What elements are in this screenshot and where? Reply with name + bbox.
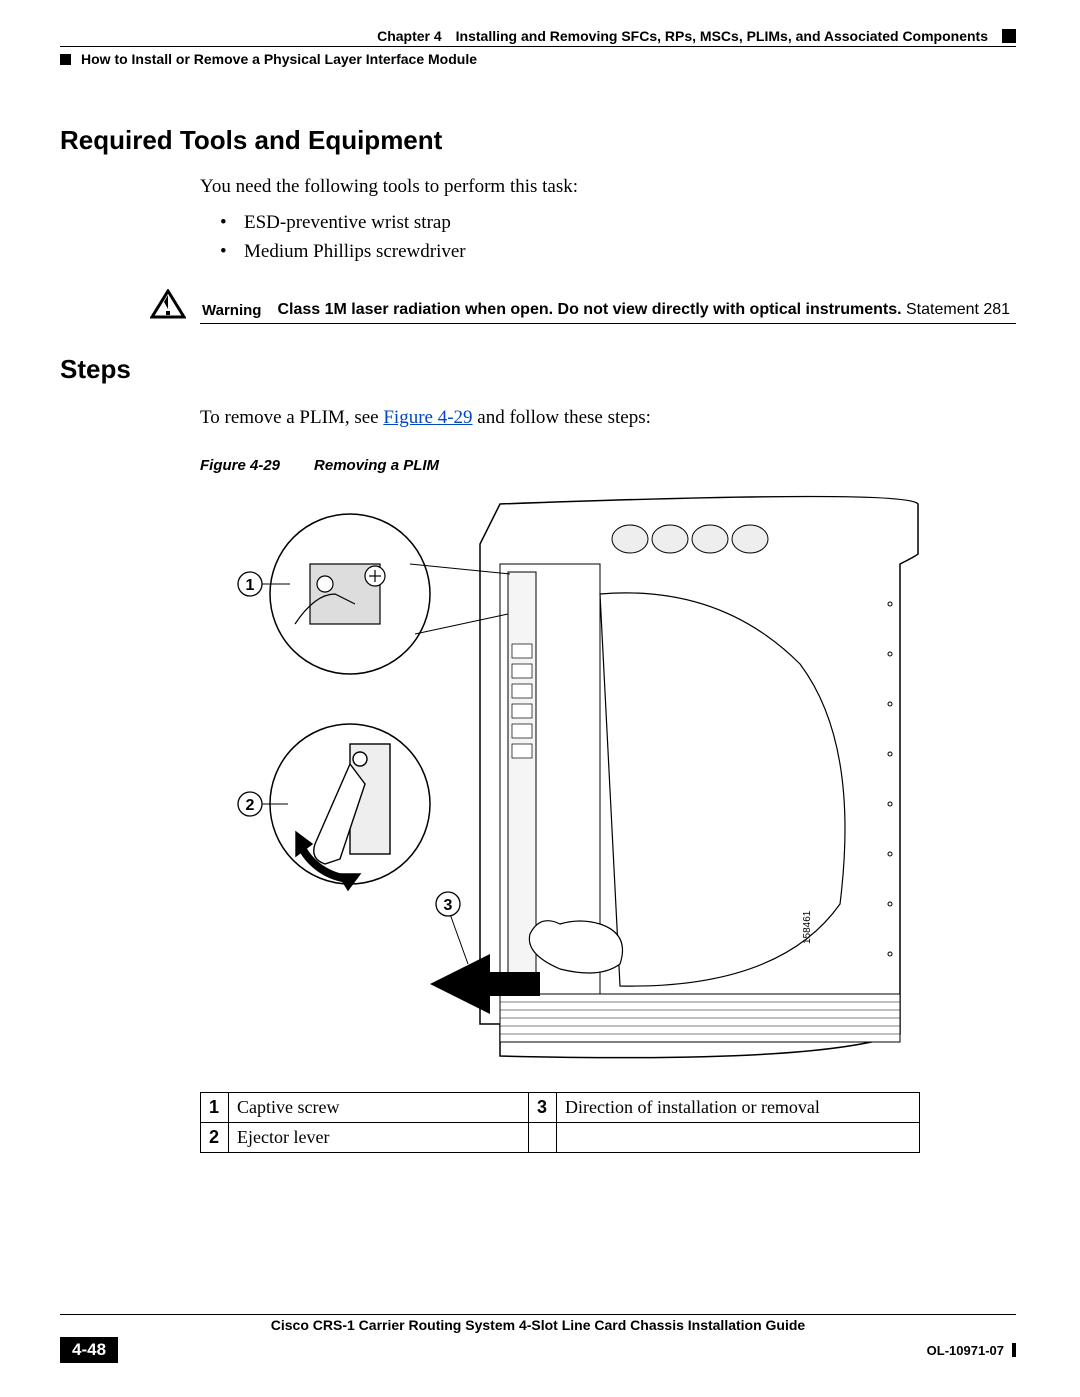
warning-block: Warning Class 1M laser radiation when op… xyxy=(150,289,1016,319)
page-footer: Cisco CRS-1 Carrier Routing System 4-Slo… xyxy=(60,1314,1016,1363)
warning-triangle-icon xyxy=(150,289,186,319)
header-end-block-icon xyxy=(1002,29,1016,43)
callout-num-empty xyxy=(529,1122,557,1152)
warning-bold-text: Class 1M laser radiation when open. Do n… xyxy=(277,301,901,318)
callout-desc: Captive screw xyxy=(229,1092,529,1122)
warning-label: Warning xyxy=(202,302,261,319)
callout-desc-empty xyxy=(557,1122,920,1152)
bullet-square-icon xyxy=(60,54,71,65)
tools-intro-text: You need the following tools to perform … xyxy=(200,174,1016,200)
warning-underline xyxy=(200,323,1016,324)
list-item: Medium Phillips screwdriver xyxy=(220,237,1016,266)
svg-text:3: 3 xyxy=(444,897,453,914)
section-path: How to Install or Remove a Physical Laye… xyxy=(81,51,477,67)
tools-list: ESD-preventive wrist strap Medium Philli… xyxy=(220,208,1016,267)
figure-illustration: 1 2 3 158461 xyxy=(200,484,920,1074)
footer-book-title: Cisco CRS-1 Carrier Routing System 4-Slo… xyxy=(60,1317,1016,1333)
svg-text:2: 2 xyxy=(246,797,255,814)
running-header: Chapter 4 Installing and Removing SFCs, … xyxy=(60,28,1016,44)
page-number-badge: 4-48 xyxy=(60,1337,118,1363)
figure-callout-table: 1 Captive screw 3 Direction of installat… xyxy=(200,1092,920,1153)
svg-text:1: 1 xyxy=(246,577,255,594)
section-heading-tools: Required Tools and Equipment xyxy=(60,125,1016,156)
table-row: 2 Ejector lever xyxy=(201,1122,920,1152)
callout-num: 2 xyxy=(201,1122,229,1152)
header-rule xyxy=(60,46,1016,47)
running-subheader: How to Install or Remove a Physical Laye… xyxy=(60,51,1016,67)
table-row: 1 Captive screw 3 Direction of installat… xyxy=(201,1092,920,1122)
list-item: ESD-preventive wrist strap xyxy=(220,208,1016,237)
figure-reference-link[interactable]: Figure 4-29 xyxy=(383,407,472,428)
figure-caption: Figure 4-29Removing a PLIM xyxy=(200,457,1016,474)
steps-intro: To remove a PLIM, see Figure 4-29 and fo… xyxy=(200,407,1016,429)
doc-id: OL-10971-07 xyxy=(927,1343,1016,1358)
section-heading-steps: Steps xyxy=(60,354,1016,385)
art-id: 158461 xyxy=(802,910,813,944)
chapter-label: Chapter 4 xyxy=(377,28,442,44)
footer-end-bar-icon xyxy=(1012,1343,1016,1357)
warning-text: Class 1M laser radiation when open. Do n… xyxy=(277,301,1016,319)
callout-desc: Direction of installation or removal xyxy=(557,1092,920,1122)
callout-num: 3 xyxy=(529,1092,557,1122)
chapter-title: Installing and Removing SFCs, RPs, MSCs,… xyxy=(456,28,988,44)
figure-number: Figure 4-29 xyxy=(200,457,314,474)
warning-statement-text: Statement 281 xyxy=(902,301,1011,318)
doc-id-text: OL-10971-07 xyxy=(927,1343,1004,1358)
figure-title: Removing a PLIM xyxy=(314,457,439,474)
callout-desc: Ejector lever xyxy=(229,1122,529,1152)
document-page: Chapter 4 Installing and Removing SFCs, … xyxy=(0,0,1080,1397)
footer-rule xyxy=(60,1314,1016,1315)
callout-num: 1 xyxy=(201,1092,229,1122)
steps-intro-pre: To remove a PLIM, see xyxy=(200,407,383,428)
steps-intro-post: and follow these steps: xyxy=(473,407,651,428)
